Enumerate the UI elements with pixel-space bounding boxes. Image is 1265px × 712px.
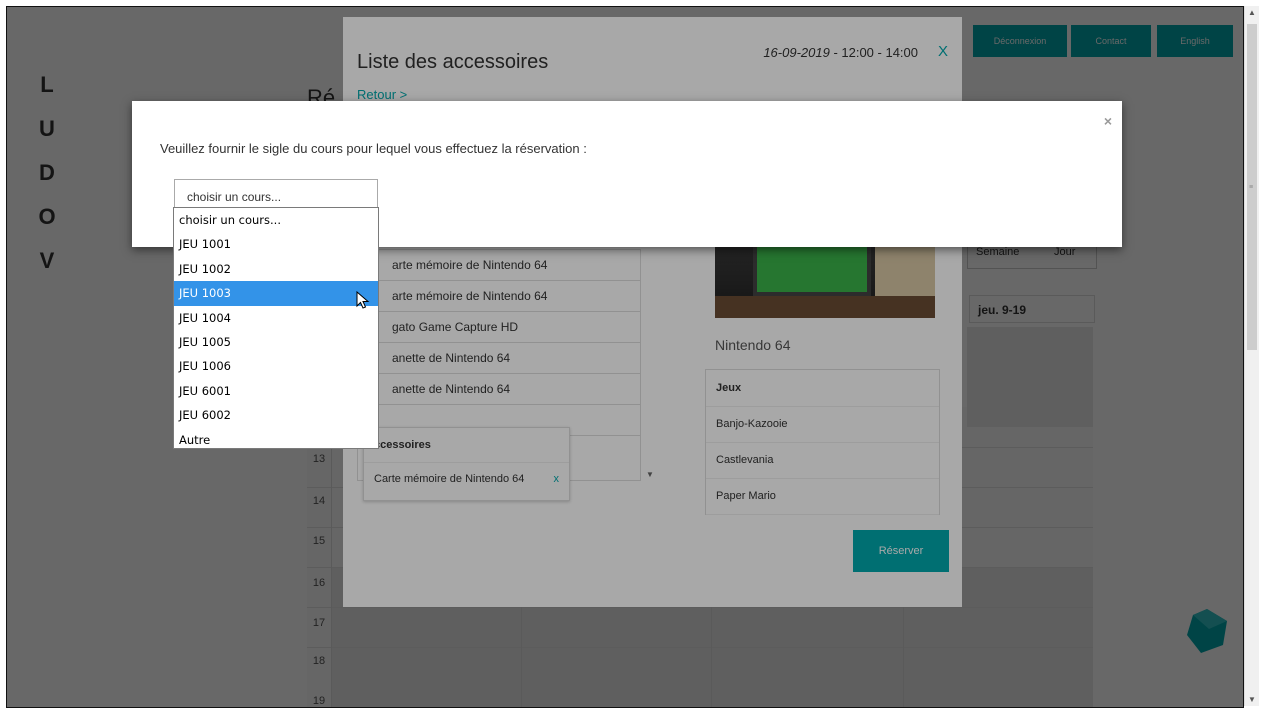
dropdown-option[interactable]: JEU 1001 bbox=[174, 232, 378, 256]
dropdown-option[interactable]: JEU 6001 bbox=[174, 379, 378, 403]
grip-icon: ≡ bbox=[1249, 184, 1254, 191]
scroll-up-icon[interactable]: ▲ bbox=[1248, 8, 1256, 17]
browser-viewport: L U D O V Déconnexion Contact English Ré… bbox=[6, 6, 1244, 708]
dropdown-option[interactable]: Autre bbox=[174, 428, 378, 452]
close-icon[interactable]: × bbox=[1104, 113, 1112, 129]
mouse-cursor-icon bbox=[356, 291, 370, 309]
course-dropdown-list[interactable]: choisir un cours... JEU 1001 JEU 1002 JE… bbox=[173, 207, 379, 449]
page-scrollbar[interactable]: ▲ ≡ ▼ bbox=[1244, 6, 1259, 706]
dropdown-option[interactable]: JEU 1004 bbox=[174, 306, 378, 330]
dropdown-option-highlighted[interactable]: JEU 1003 bbox=[174, 281, 378, 306]
scroll-down-icon[interactable]: ▼ bbox=[1248, 695, 1256, 704]
course-prompt: Veuillez fournir le sigle du cours pour … bbox=[160, 141, 587, 156]
dropdown-option[interactable]: JEU 1002 bbox=[174, 257, 378, 281]
dropdown-option[interactable]: choisir un cours... bbox=[174, 208, 378, 232]
dropdown-option[interactable]: JEU 1005 bbox=[174, 330, 378, 354]
dropdown-option[interactable]: JEU 1006 bbox=[174, 354, 378, 378]
dropdown-option[interactable]: JEU 6002 bbox=[174, 403, 378, 427]
